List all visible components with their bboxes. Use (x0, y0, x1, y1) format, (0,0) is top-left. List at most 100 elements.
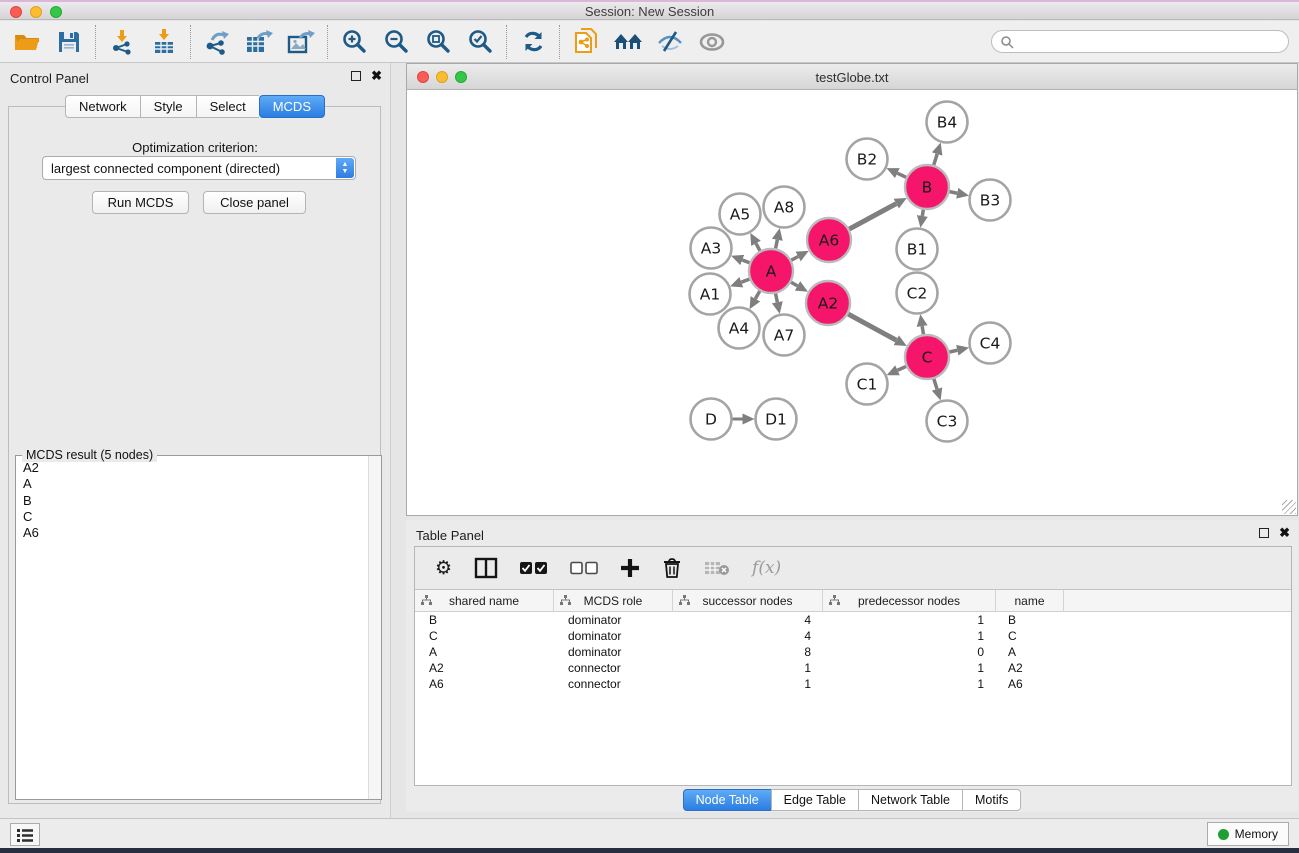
graph-edge[interactable] (776, 240, 778, 249)
mcds-result-item[interactable]: A6 (17, 525, 367, 541)
table-cell[interactable]: 1 (823, 660, 996, 676)
graph-edge[interactable] (898, 366, 906, 370)
import-network-button[interactable] (105, 25, 139, 59)
tab-select[interactable]: Select (196, 95, 259, 118)
graph-edge[interactable] (897, 173, 906, 177)
table-cell[interactable]: dominator (554, 612, 673, 628)
mcds-result-item[interactable]: A (17, 476, 367, 492)
deselect-all-rows-button[interactable] (570, 553, 598, 583)
select-all-rows-button[interactable] (520, 553, 548, 583)
zoom-in-button[interactable] (337, 25, 371, 59)
resize-grip[interactable] (1282, 500, 1296, 514)
new-network-from-file-button[interactable] (569, 25, 603, 59)
graph-node-A6[interactable]: A6 (807, 218, 851, 262)
show-graphics-details-button[interactable] (695, 25, 729, 59)
refresh-button[interactable] (516, 25, 550, 59)
graph-edge[interactable] (934, 379, 937, 389)
graph-node-B2[interactable]: B2 (847, 139, 888, 180)
zoom-selected-button[interactable] (463, 25, 497, 59)
tab-mcds[interactable]: MCDS (259, 95, 325, 118)
graph-node-C1[interactable]: C1 (847, 364, 888, 405)
graph-edge[interactable] (849, 204, 896, 229)
close-panel-icon[interactable]: ✖ (371, 71, 382, 81)
graph-node-B[interactable]: B (905, 165, 949, 209)
tab-style[interactable]: Style (140, 95, 196, 118)
run-mcds-button[interactable]: Run MCDS (92, 191, 189, 214)
table-cell[interactable]: 4 (673, 628, 823, 644)
graph-node-A[interactable]: A (749, 249, 793, 293)
delete-columns-button[interactable] (662, 553, 682, 583)
float-panel-icon[interactable] (351, 71, 361, 81)
task-history-button[interactable] (10, 823, 40, 846)
table-cell[interactable]: 8 (673, 644, 823, 660)
graph-node-C4[interactable]: C4 (970, 323, 1011, 364)
graph-node-A4[interactable]: A4 (719, 308, 760, 349)
table-row[interactable]: A2connector11A2 (415, 660, 1291, 676)
memory-button[interactable]: Memory (1207, 822, 1289, 846)
table-cell[interactable]: 1 (673, 676, 823, 692)
table-cell[interactable]: A6 (996, 676, 1064, 692)
graph-node-C2[interactable]: C2 (897, 273, 938, 314)
graph-edge[interactable] (949, 350, 957, 352)
graph-node-C3[interactable]: C3 (927, 401, 968, 442)
table-cell[interactable]: dominator (554, 628, 673, 644)
graph-edge[interactable] (741, 279, 749, 282)
table-cell[interactable]: B (415, 612, 554, 628)
table-cell[interactable]: 1 (823, 612, 996, 628)
table-cell[interactable]: C (996, 628, 1064, 644)
close-table-panel-icon[interactable]: ✖ (1279, 528, 1290, 538)
graph-node-A8[interactable]: A8 (764, 187, 805, 228)
zoom-out-button[interactable] (379, 25, 413, 59)
graph-edge[interactable] (776, 294, 778, 303)
table-cell[interactable]: A (996, 644, 1064, 660)
graph-node-B3[interactable]: B3 (970, 180, 1011, 221)
graph-edge[interactable] (848, 314, 896, 340)
graph-node-A1[interactable]: A1 (690, 274, 731, 315)
function-builder-button[interactable]: f(x) (752, 553, 781, 583)
delete-table-button[interactable] (704, 553, 730, 583)
graph-node-A7[interactable]: A7 (764, 315, 805, 356)
export-image-button[interactable] (284, 25, 318, 59)
table-row[interactable]: Adominator80A (415, 644, 1291, 660)
export-table-button[interactable] (242, 25, 276, 59)
graph-edge[interactable] (922, 210, 923, 216)
graph-edge[interactable] (950, 192, 958, 194)
graph-node-A5[interactable]: A5 (720, 194, 761, 235)
tab-edge-table[interactable]: Edge Table (771, 789, 858, 811)
column-header-successor-nodes[interactable]: successor nodes (673, 590, 823, 611)
mcds-result-item[interactable]: A2 (17, 460, 367, 476)
column-header-mcds-role[interactable]: MCDS role (554, 590, 673, 611)
table-cell[interactable]: A (415, 644, 554, 660)
graph-edge[interactable] (742, 260, 749, 263)
float-table-panel-icon[interactable] (1259, 528, 1269, 538)
table-cell[interactable]: connector (554, 660, 673, 676)
open-session-button[interactable] (10, 25, 44, 59)
column-header-shared-name[interactable]: shared name (415, 590, 554, 611)
table-cell[interactable]: 4 (673, 612, 823, 628)
column-header-predecessor-nodes[interactable]: predecessor nodes (823, 590, 996, 611)
graph-edge[interactable] (791, 256, 798, 260)
tab-node-table[interactable]: Node Table (683, 789, 771, 811)
save-session-button[interactable] (52, 25, 86, 59)
graph-edge[interactable] (755, 291, 759, 299)
graph-node-A2[interactable]: A2 (806, 281, 850, 325)
tab-motifs[interactable]: Motifs (962, 789, 1021, 811)
graph-edge[interactable] (934, 154, 937, 165)
table-cell[interactable]: A2 (996, 660, 1064, 676)
graph-edge[interactable] (756, 243, 760, 250)
table-cell[interactable]: C (415, 628, 554, 644)
graph-node-C[interactable]: C (905, 335, 949, 379)
mcds-result-scrollbar[interactable] (368, 456, 381, 799)
show-columns-button[interactable] (474, 553, 498, 583)
mcds-result-item[interactable]: B (17, 493, 367, 509)
table-cell[interactable]: A6 (415, 676, 554, 692)
tab-network[interactable]: Network (65, 95, 140, 118)
table-cell[interactable]: 1 (823, 676, 996, 692)
close-panel-button[interactable]: Close panel (203, 191, 306, 214)
table-settings-button[interactable]: ⚙ (435, 553, 452, 583)
table-cell[interactable]: connector (554, 676, 673, 692)
graph-node-B4[interactable]: B4 (927, 102, 968, 143)
table-row[interactable]: Bdominator41B (415, 612, 1291, 628)
table-cell[interactable]: 1 (673, 660, 823, 676)
hide-graphics-details-button[interactable] (653, 25, 687, 59)
